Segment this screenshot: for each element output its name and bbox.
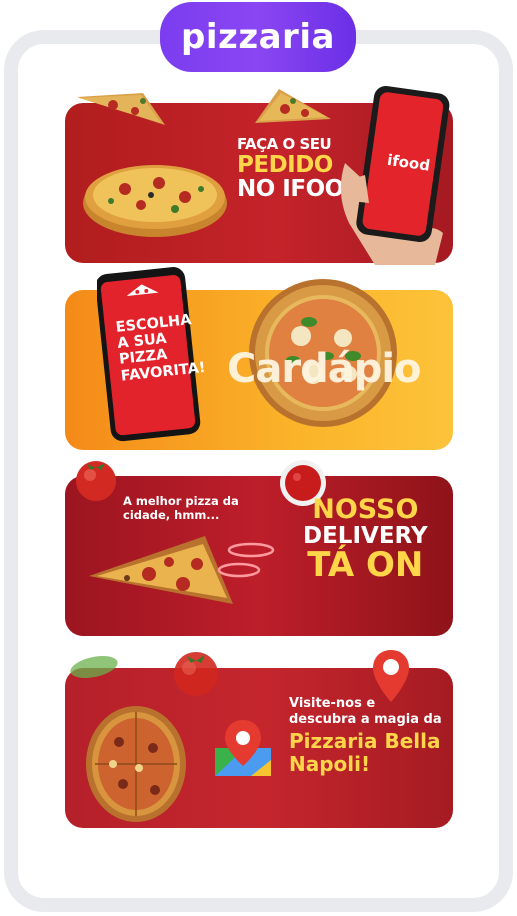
pizza-slice-icon [89, 536, 233, 604]
pizza-icon [86, 706, 186, 822]
tagline-line: A melhor pizza da [123, 494, 239, 508]
steam-icon [217, 542, 275, 578]
menu-title: Cardápio [227, 346, 422, 392]
tagline-line: cidade, hmm... [123, 508, 220, 523]
pizza-slice-icon [255, 89, 331, 123]
phone-icon: ifood [340, 85, 450, 265]
category-badge: pizzaria [160, 2, 356, 72]
headline-line: NOSSO [312, 494, 419, 525]
pizzeria-name: Pizzaria Bella [289, 729, 441, 754]
delivery-headline: NOSSO DELIVERY TÁ ON [303, 494, 428, 586]
visit-line: descubra a magia da [289, 711, 442, 727]
pizzeria-name: Napoli! [289, 752, 371, 777]
banner-visit[interactable]: Visite-nos e descubra a magia da Pizzari… [65, 650, 453, 828]
pizza-slice-icon [77, 93, 165, 125]
delivery-tagline: A melhor pizza da cidade, hmm... [123, 494, 239, 523]
maps-app-icon [215, 720, 271, 776]
tomato-icon [76, 461, 116, 501]
headline-line: TÁ ON [307, 545, 424, 586]
pizza-icon [83, 165, 227, 237]
basil-leaf-icon [70, 656, 118, 678]
banner-ifood[interactable]: FAÇA O SEU PEDIDO NO IFOOD ifood [65, 85, 453, 265]
banner-cardapio[interactable]: ESCOLHA A SUA PIZZA FAVORITA! Cardápio [65, 267, 453, 450]
phone-screen-text: ESCOLHA A SUA PIZZA FAVORITA! [115, 311, 206, 384]
banner-delivery[interactable]: A melhor pizza da cidade, hmm... NOSSO D… [65, 460, 453, 636]
visit-line: Visite-nos e [289, 696, 376, 711]
tomato-icon [174, 652, 218, 696]
visit-text: Visite-nos e descubra a magia da Pizzari… [289, 696, 442, 776]
